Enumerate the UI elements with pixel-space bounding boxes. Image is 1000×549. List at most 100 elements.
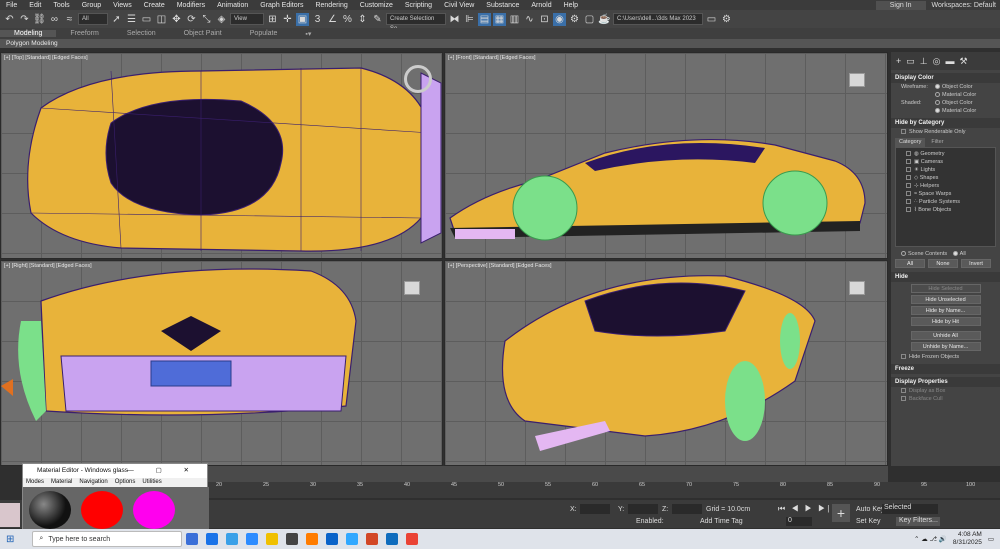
powerpoint-icon[interactable]	[366, 533, 379, 545]
hide-selected-button[interactable]: Hide Selected	[910, 284, 981, 293]
render-production-icon[interactable]: ☕	[598, 13, 611, 26]
zoom-icon[interactable]	[246, 533, 259, 545]
windows-start-icon[interactable]: ⊞	[6, 534, 14, 545]
unlink-icon[interactable]: ∞	[48, 13, 61, 26]
named-selection-dropdown[interactable]: Create Selection Se	[386, 13, 446, 32]
y-coordinate-field[interactable]	[628, 504, 658, 514]
rollout-display-properties[interactable]: Display Properties	[891, 377, 1000, 387]
menu-modifiers[interactable]: Modifiers	[171, 2, 211, 9]
taskview-icon[interactable]	[186, 533, 199, 545]
viewport-front[interactable]: [+] [Front] [Standard] [Edged Faces]	[444, 52, 888, 259]
bind-space-warp-icon[interactable]: ≈	[63, 13, 76, 26]
viewport-top[interactable]: [+] [Top] [Standard] [Edged Faces]	[0, 52, 443, 259]
menu-animation[interactable]: Animation	[211, 2, 254, 9]
display-tab-icon[interactable]: ▬	[945, 56, 954, 66]
viewcube-icon[interactable]	[849, 281, 865, 295]
ribbon-options-icon[interactable]: ▪▾	[291, 30, 325, 38]
scene-contents-radio[interactable]: Scene Contents	[901, 251, 947, 257]
select-manipulate-icon[interactable]: ✛	[281, 13, 294, 26]
material-slot-3[interactable]	[133, 491, 175, 529]
snaps-toggle-icon[interactable]: 3	[311, 13, 324, 26]
all-button[interactable]: All	[895, 259, 925, 268]
menu-modes[interactable]: Modes	[26, 478, 44, 487]
hide-unselected-button[interactable]: Hide Unselected	[910, 295, 981, 304]
window-crossing-icon[interactable]: ◫	[155, 13, 168, 26]
current-frame-field[interactable]: 0	[786, 517, 812, 526]
align-icon[interactable]: ⊫	[463, 13, 476, 26]
category-helpers[interactable]: ⊹ Helpers	[896, 182, 995, 190]
menu-edit[interactable]: Edit	[23, 2, 47, 9]
utilities-tab-icon[interactable]: ⚒	[959, 56, 967, 67]
rollout-hide[interactable]: Hide	[891, 272, 1000, 282]
time-slider[interactable]	[208, 466, 888, 482]
add-time-tag-button[interactable]: Add Time Tag	[700, 518, 743, 525]
notification-icon[interactable]: ▭	[988, 535, 994, 543]
tab-freeform[interactable]: Freeform	[56, 30, 112, 37]
photoshop-icon[interactable]	[346, 533, 359, 545]
mirror-icon[interactable]: ⧓	[448, 13, 461, 26]
taskbar-clock[interactable]: 4:08 AM 8/31/2025	[953, 531, 982, 547]
create-tab-icon[interactable]: +	[896, 56, 901, 66]
layer-explorer-icon[interactable]: ▦	[493, 12, 506, 26]
menu-material[interactable]: Material	[51, 478, 72, 487]
select-by-name-icon[interactable]: ☰	[125, 13, 138, 26]
edit-named-selection-icon[interactable]: ✎	[371, 13, 384, 26]
track-bar[interactable]: 20 25 30 35 40 45 50 55 60 65 70 75 80 8…	[208, 482, 1000, 498]
scene-explorer-icon[interactable]: ▤	[478, 12, 491, 26]
tab-object-paint[interactable]: Object Paint	[170, 30, 236, 37]
window-controls[interactable]: — ▢ ✕	[127, 464, 199, 478]
menu-arnold[interactable]: Arnold	[525, 2, 557, 9]
menu-help[interactable]: Help	[558, 2, 584, 9]
menu-tools[interactable]: Tools	[47, 2, 75, 9]
illustrator-icon[interactable]	[306, 533, 319, 545]
all-radio[interactable]: All	[952, 251, 966, 257]
rect-selection-icon[interactable]: ▭	[140, 13, 153, 26]
select-rotate-icon[interactable]: ⟳	[185, 13, 198, 26]
selection-filter-dropdown[interactable]: All	[78, 13, 108, 25]
viewport-perspective[interactable]: [+] [Perspective] [Standard] [Edged Face…	[444, 260, 888, 466]
key-mode-dropdown[interactable]: Selected	[882, 504, 938, 514]
keyboard-shortcut-icon[interactable]: ▣	[296, 12, 309, 26]
motion-tab-icon[interactable]: ◎	[933, 56, 941, 67]
key-filters-button[interactable]: Key Filters...	[896, 517, 940, 526]
schematic-view-icon[interactable]: ⊡	[538, 13, 551, 26]
viewcube-icon[interactable]	[404, 281, 420, 295]
category-shapes[interactable]: ◇ Shapes	[896, 174, 995, 182]
set-key-icon[interactable]: +	[832, 504, 850, 522]
system-tray-icons[interactable]: ⌃ ☁ ⎇ 🔊	[914, 535, 947, 543]
set-key-button[interactable]: Set Key	[856, 518, 881, 525]
redo-icon[interactable]: ↷	[18, 13, 31, 26]
modify-tab-icon[interactable]: ▭	[906, 56, 915, 67]
none-button[interactable]: None	[928, 259, 958, 268]
angle-snap-icon[interactable]: ∠	[326, 13, 339, 26]
category-bone-objects[interactable]: ⌇ Bone Objects	[896, 206, 995, 214]
menu-views[interactable]: Views	[107, 2, 138, 9]
menu-options[interactable]: Options	[115, 478, 136, 487]
menu-graph-editors[interactable]: Graph Editors	[254, 2, 309, 9]
category-cameras[interactable]: ▣ Cameras	[896, 158, 995, 166]
sign-in-button[interactable]: Sign In	[875, 0, 926, 10]
placement-icon[interactable]: ◈	[215, 13, 228, 26]
rollout-freeze[interactable]: Freeze	[891, 364, 1000, 374]
rendered-frame-icon[interactable]: ▢	[583, 13, 596, 26]
file-explorer-icon[interactable]	[266, 533, 279, 545]
tab-filter[interactable]: Filter	[925, 138, 949, 147]
tab-modeling[interactable]: Modeling	[0, 30, 57, 37]
outlook-icon[interactable]	[206, 533, 219, 545]
menu-substance[interactable]: Substance	[480, 2, 525, 9]
unhide-all-button[interactable]: Unhide All	[910, 331, 981, 340]
toggle-ribbon-icon[interactable]: ▥	[508, 13, 521, 26]
select-scale-icon[interactable]: ⤡	[200, 13, 213, 26]
shaded-material-color-radio[interactable]: Material Color	[935, 107, 976, 115]
category-lights[interactable]: ☀ Lights	[896, 166, 995, 174]
render-setup-icon[interactable]: ⚙	[568, 13, 581, 26]
category-particle-systems[interactable]: ∴ Particle Systems	[896, 198, 995, 206]
invert-button[interactable]: Invert	[961, 259, 991, 268]
viewport-right[interactable]: [+] [Right] [Standard] [Edged Faces]	[0, 260, 443, 466]
material-editor-icon[interactable]: ◉	[553, 12, 566, 26]
tab-populate[interactable]: Populate	[236, 30, 292, 37]
viewcube-icon[interactable]	[849, 73, 865, 87]
menu-rendering[interactable]: Rendering	[309, 2, 353, 9]
z-coordinate-field[interactable]	[672, 504, 702, 514]
menu-file[interactable]: File	[0, 2, 23, 9]
